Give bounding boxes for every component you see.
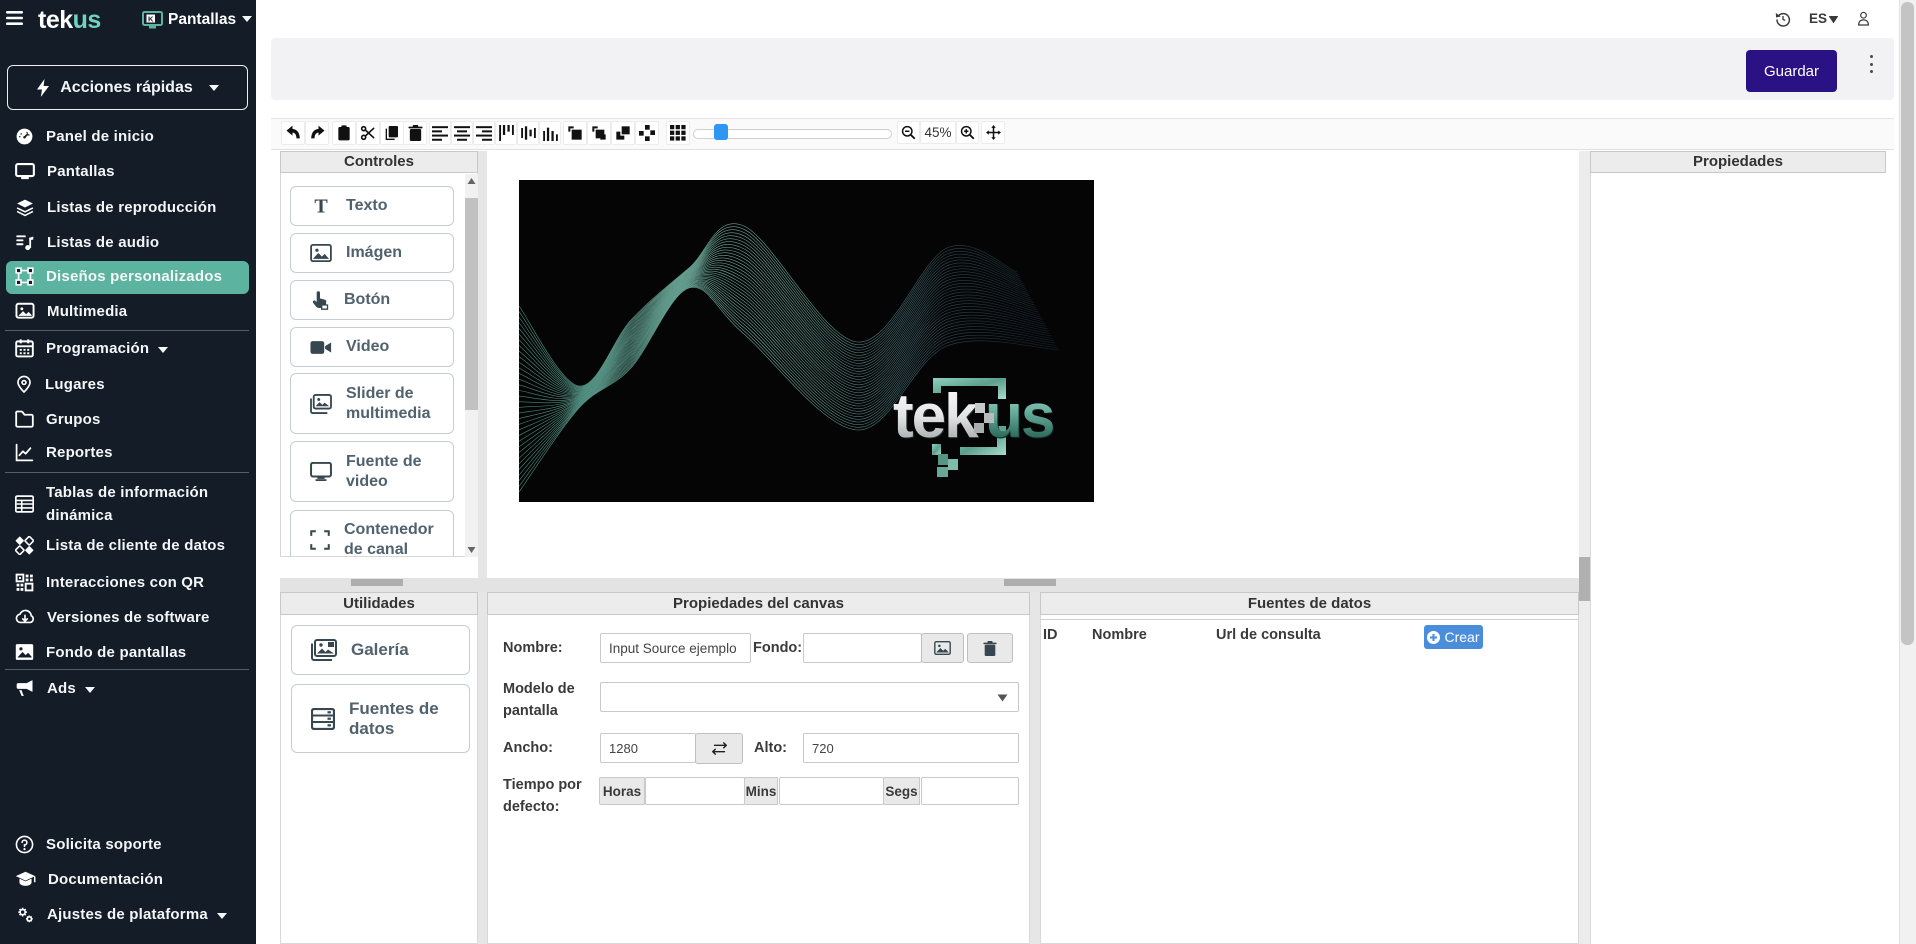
- svg-text:T: T: [314, 196, 328, 216]
- svg-text:K: K: [148, 14, 154, 23]
- svg-text:tek: tek: [893, 382, 979, 451]
- svg-text:us: us: [986, 383, 1054, 452]
- svg-text:tek: tek: [894, 383, 980, 452]
- svg-text:us: us: [985, 382, 1053, 451]
